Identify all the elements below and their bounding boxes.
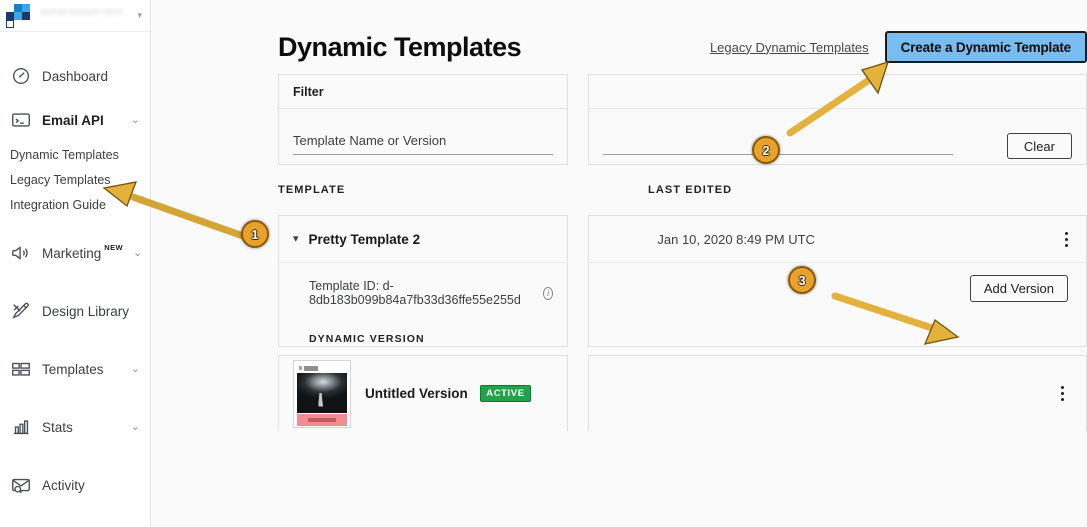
clear-button[interactable]: Clear: [1006, 133, 1072, 159]
legacy-dynamic-templates-link[interactable]: Legacy Dynamic Templates: [710, 40, 869, 55]
column-header-template: TEMPLATE: [278, 184, 346, 196]
sendgrid-logo-icon: [6, 3, 30, 28]
app-root: blurred account name ▾ Dashboard Email A…: [0, 0, 1087, 527]
create-dynamic-template-button[interactable]: Create a Dynamic Template: [884, 31, 1087, 63]
info-icon[interactable]: i: [542, 286, 554, 300]
version-name: Untitled Version: [365, 385, 468, 401]
filter-section: Filter Clear: [152, 74, 1087, 165]
layout-rows-icon: [12, 362, 30, 376]
new-tag: NEW: [104, 243, 123, 252]
sidebar-item-legacy-templates[interactable]: Legacy Templates: [0, 167, 150, 192]
template-row-toggle[interactable]: ▾ Pretty Template 2: [278, 215, 569, 262]
sidebar-item-label: Marketing: [42, 245, 102, 261]
more-vertical-icon[interactable]: [1061, 386, 1064, 401]
template-name: Pretty Template 2: [308, 231, 421, 247]
sidebar-item-dynamic-templates[interactable]: Dynamic Templates: [0, 142, 150, 167]
sidebar-item-label: Activity: [42, 477, 85, 493]
megaphone-icon: [12, 246, 28, 260]
filter-secondary-input[interactable]: [603, 133, 954, 155]
sidebar-item-activity[interactable]: Activity: [0, 463, 150, 507]
filter-heading: Filter: [279, 75, 568, 109]
filter-heading-right: [589, 75, 1086, 109]
sidebar-item-label: Templates: [42, 361, 104, 377]
page-title: Dynamic Templates: [278, 31, 522, 62]
email-template-thumbnail: [293, 359, 351, 428]
template-name-filter-input[interactable]: [293, 133, 554, 155]
chevron-down-icon: ⌄: [132, 246, 143, 259]
main-content: Dynamic Templates Legacy Dynamic Templat…: [152, 0, 1087, 527]
template-row-right: Jan 10, 2020 8:49 PM UTC: [588, 215, 1087, 262]
page-header: Dynamic Templates Legacy Dynamic Templat…: [152, 0, 1087, 74]
status-badge: ACTIVE: [480, 384, 531, 402]
account-name: blurred account name: [40, 8, 124, 16]
sidebar-item-design-library[interactable]: Design Library: [0, 289, 150, 333]
sidebar-item-label: Design Library: [42, 303, 130, 319]
filter-card: Filter: [278, 74, 569, 165]
bar-chart-icon: [13, 420, 29, 435]
account-switcher[interactable]: blurred account name ▾: [0, 0, 150, 32]
sidebar-item-email-api[interactable]: Email API ⌄: [0, 98, 150, 142]
template-detail-left: Template ID: d-8db183b099b84a7fb33d36ffe…: [278, 262, 569, 347]
chevron-down-icon: ⌄: [130, 362, 140, 375]
sidebar-subitem-label: Integration Guide: [10, 197, 106, 212]
version-actions: [588, 355, 1087, 431]
filter-card-right: Clear: [588, 74, 1087, 165]
table-header: TEMPLATE LAST EDITED: [152, 165, 1087, 215]
template-row-meta: Jan 10, 2020 8:49 PM UTC: [588, 215, 1087, 262]
template-row: ▾ Pretty Template 2 Jan 10, 2020 8:49 PM…: [152, 215, 1087, 262]
sidebar-item-label: Dashboard: [42, 68, 109, 84]
pencil-ruler-icon: [12, 302, 29, 319]
sidebar-item-label: Stats: [42, 419, 73, 435]
sidebar-item-marketing[interactable]: Marketing NEW ⌄: [0, 231, 150, 275]
version-list-item[interactable]: Untitled Version ACTIVE: [278, 355, 569, 431]
dynamic-version-label: DYNAMIC VERSION: [309, 333, 425, 345]
speedometer-icon: [12, 67, 30, 85]
version-info: Untitled Version ACTIVE: [365, 384, 531, 403]
column-header-last-edited: LAST EDITED: [648, 184, 733, 196]
sidebar-item-templates[interactable]: Templates ⌄: [0, 347, 150, 391]
template-row-left: ▾ Pretty Template 2: [278, 215, 569, 262]
template-id-row: Template ID: d-8db183b099b84a7fb33d36ffe…: [293, 279, 554, 307]
chevron-down-icon: ⌄: [130, 420, 140, 433]
sidebar-subitem-label: Dynamic Templates: [10, 147, 119, 162]
terminal-icon: [12, 113, 30, 127]
envelope-search-icon: [12, 478, 30, 494]
template-detail-right: Add Version: [588, 262, 1087, 347]
template-detail: Template ID: d-8db183b099b84a7fb33d36ffe…: [152, 262, 1087, 347]
sidebar-nav: Dashboard Email API ⌄ Dynamic Templates …: [0, 32, 150, 507]
sidebar: blurred account name ▾ Dashboard Email A…: [0, 0, 151, 527]
chevron-down-icon: ⌄: [130, 113, 140, 126]
sidebar-item-dashboard[interactable]: Dashboard: [0, 54, 150, 98]
sidebar-item-integration-guide[interactable]: Integration Guide: [0, 192, 150, 217]
chevron-down-icon[interactable]: ▾: [293, 233, 299, 245]
last-edited-value: Jan 10, 2020 8:49 PM UTC: [657, 231, 815, 247]
add-version-button[interactable]: Add Version: [969, 275, 1068, 302]
sidebar-item-label: Email API: [42, 112, 104, 128]
header-actions: Legacy Dynamic Templates Create a Dynami…: [710, 31, 1087, 63]
sidebar-item-stats[interactable]: Stats ⌄: [0, 405, 150, 449]
version-row: Untitled Version ACTIVE: [152, 347, 1087, 431]
chevron-down-icon: ▾: [137, 10, 142, 20]
sidebar-subitem-label: Legacy Templates: [10, 172, 111, 187]
version-row-right: [588, 355, 1087, 431]
more-vertical-icon[interactable]: [1065, 231, 1068, 247]
version-row-left: Untitled Version ACTIVE: [278, 355, 569, 431]
template-id-text: Template ID: d-8db183b099b84a7fb33d36ffe…: [309, 279, 521, 307]
